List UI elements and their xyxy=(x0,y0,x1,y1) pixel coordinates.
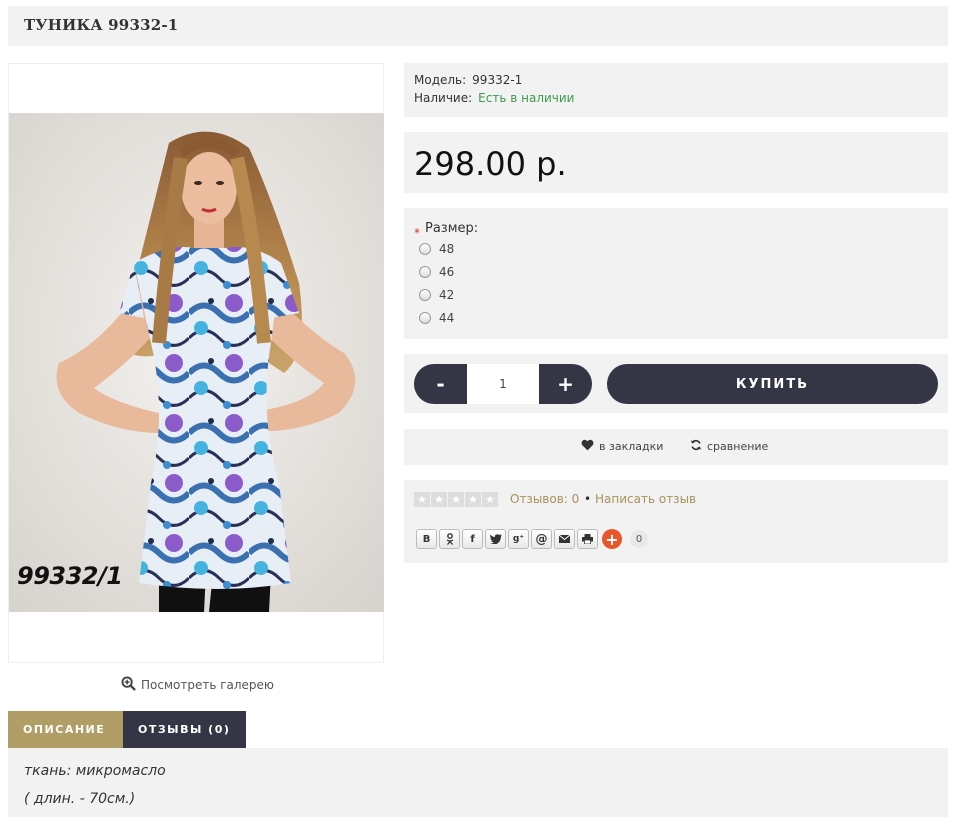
view-gallery-label: Посмотреть галерею xyxy=(141,678,275,692)
reviews-share-panel: ★ ★ ★ ★ ★ Отзывов: 0 • Написать отзыв B … xyxy=(404,480,948,563)
increase-quantity-button[interactable]: + xyxy=(539,364,592,404)
print-icon[interactable] xyxy=(577,529,598,549)
twitter-icon[interactable] xyxy=(485,529,506,549)
price-panel: 298.00 р. xyxy=(404,132,948,193)
model-row: Модель: 99332-1 xyxy=(414,73,522,87)
facebook-icon[interactable]: f xyxy=(462,529,483,549)
radio-button[interactable] xyxy=(419,243,431,255)
tab-reviews[interactable]: ОТЗЫВЫ (0) xyxy=(123,711,246,748)
rating-stars: ★ ★ ★ ★ ★ xyxy=(414,492,498,507)
product-tabs: ОПИСАНИЕ ОТЗЫВЫ (0) xyxy=(8,711,246,748)
write-review-link[interactable]: Написать отзыв xyxy=(595,492,696,506)
share-counter: 0 xyxy=(630,530,648,548)
size-option-label: 44 xyxy=(439,311,455,325)
size-option-44[interactable]: 44 xyxy=(419,311,454,325)
star-icon: ★ xyxy=(465,492,481,507)
add-to-compare-link[interactable]: сравнение xyxy=(690,439,768,454)
quantity-stepper: - + xyxy=(414,364,592,404)
size-option-label: 48 xyxy=(439,242,455,256)
stock-value: Есть в наличии xyxy=(478,91,575,105)
buy-button[interactable]: КУПИТЬ xyxy=(607,364,938,404)
stock-label: Наличие: xyxy=(414,91,473,105)
description-length: ( длин. - 70см.) xyxy=(24,791,136,807)
model-label: Модель: xyxy=(414,73,467,87)
model-value: 99332-1 xyxy=(472,73,523,87)
size-label: Размер: xyxy=(425,221,479,236)
description-panel: ткань: микромасло ( длин. - 70см.) xyxy=(8,748,948,817)
reviews-separator: • xyxy=(584,492,592,506)
star-icon: ★ xyxy=(448,492,464,507)
product-price: 298.00 р. xyxy=(414,145,567,183)
product-image-box[interactable]: 99332/1 xyxy=(8,63,384,663)
size-option-46[interactable]: 46 xyxy=(419,265,454,279)
social-share-bar: B f g⁺ @ + 0 xyxy=(416,529,648,549)
stock-row: Наличие: Есть в наличии xyxy=(414,91,574,105)
product-info-panel: Модель: 99332-1 Наличие: Есть в наличии xyxy=(404,63,948,117)
size-option-label: 42 xyxy=(439,288,455,302)
size-option-48[interactable]: 48 xyxy=(419,242,454,256)
reviews-count-link[interactable]: Отзывов: 0 xyxy=(510,492,579,506)
radio-button[interactable] xyxy=(419,312,431,324)
radio-button[interactable] xyxy=(419,289,431,301)
title-bar: ТУНИКА 99332-1 xyxy=(8,6,948,46)
star-icon: ★ xyxy=(414,492,430,507)
vk-icon[interactable]: B xyxy=(416,529,437,549)
buy-panel: - + КУПИТЬ xyxy=(404,354,948,413)
radio-button[interactable] xyxy=(419,266,431,278)
compare-label: сравнение xyxy=(707,440,769,453)
tab-description[interactable]: ОПИСАНИЕ xyxy=(8,711,123,748)
size-option-label: 46 xyxy=(439,265,455,279)
product-photo[interactable]: 99332/1 xyxy=(9,113,384,612)
mailru-icon[interactable]: @ xyxy=(531,529,552,549)
email-icon[interactable] xyxy=(554,529,575,549)
share-more-icon[interactable]: + xyxy=(602,529,622,549)
quantity-input[interactable] xyxy=(467,364,539,404)
refresh-icon xyxy=(690,439,702,454)
star-icon: ★ xyxy=(431,492,447,507)
star-icon: ★ xyxy=(482,492,498,507)
required-mark: * xyxy=(414,226,420,240)
product-title: ТУНИКА 99332-1 xyxy=(24,16,179,34)
heart-icon xyxy=(581,439,594,454)
photo-article-label: 99332/1 xyxy=(17,562,123,590)
size-options-panel: * Размер: 48 46 42 44 xyxy=(404,208,948,339)
description-fabric: ткань: микромасло xyxy=(24,763,166,779)
wishlist-label: в закладки xyxy=(599,440,664,453)
add-to-wishlist-link[interactable]: в закладки xyxy=(581,439,663,454)
googleplus-icon[interactable]: g⁺ xyxy=(508,529,529,549)
wishlist-compare-panel: в закладки сравнение xyxy=(404,429,948,465)
zoom-in-icon xyxy=(121,676,136,694)
decrease-quantity-button[interactable]: - xyxy=(414,364,467,404)
view-gallery-link[interactable]: Посмотреть галерею xyxy=(121,676,274,694)
odnoklassniki-icon[interactable] xyxy=(439,529,460,549)
size-option-42[interactable]: 42 xyxy=(419,288,454,302)
